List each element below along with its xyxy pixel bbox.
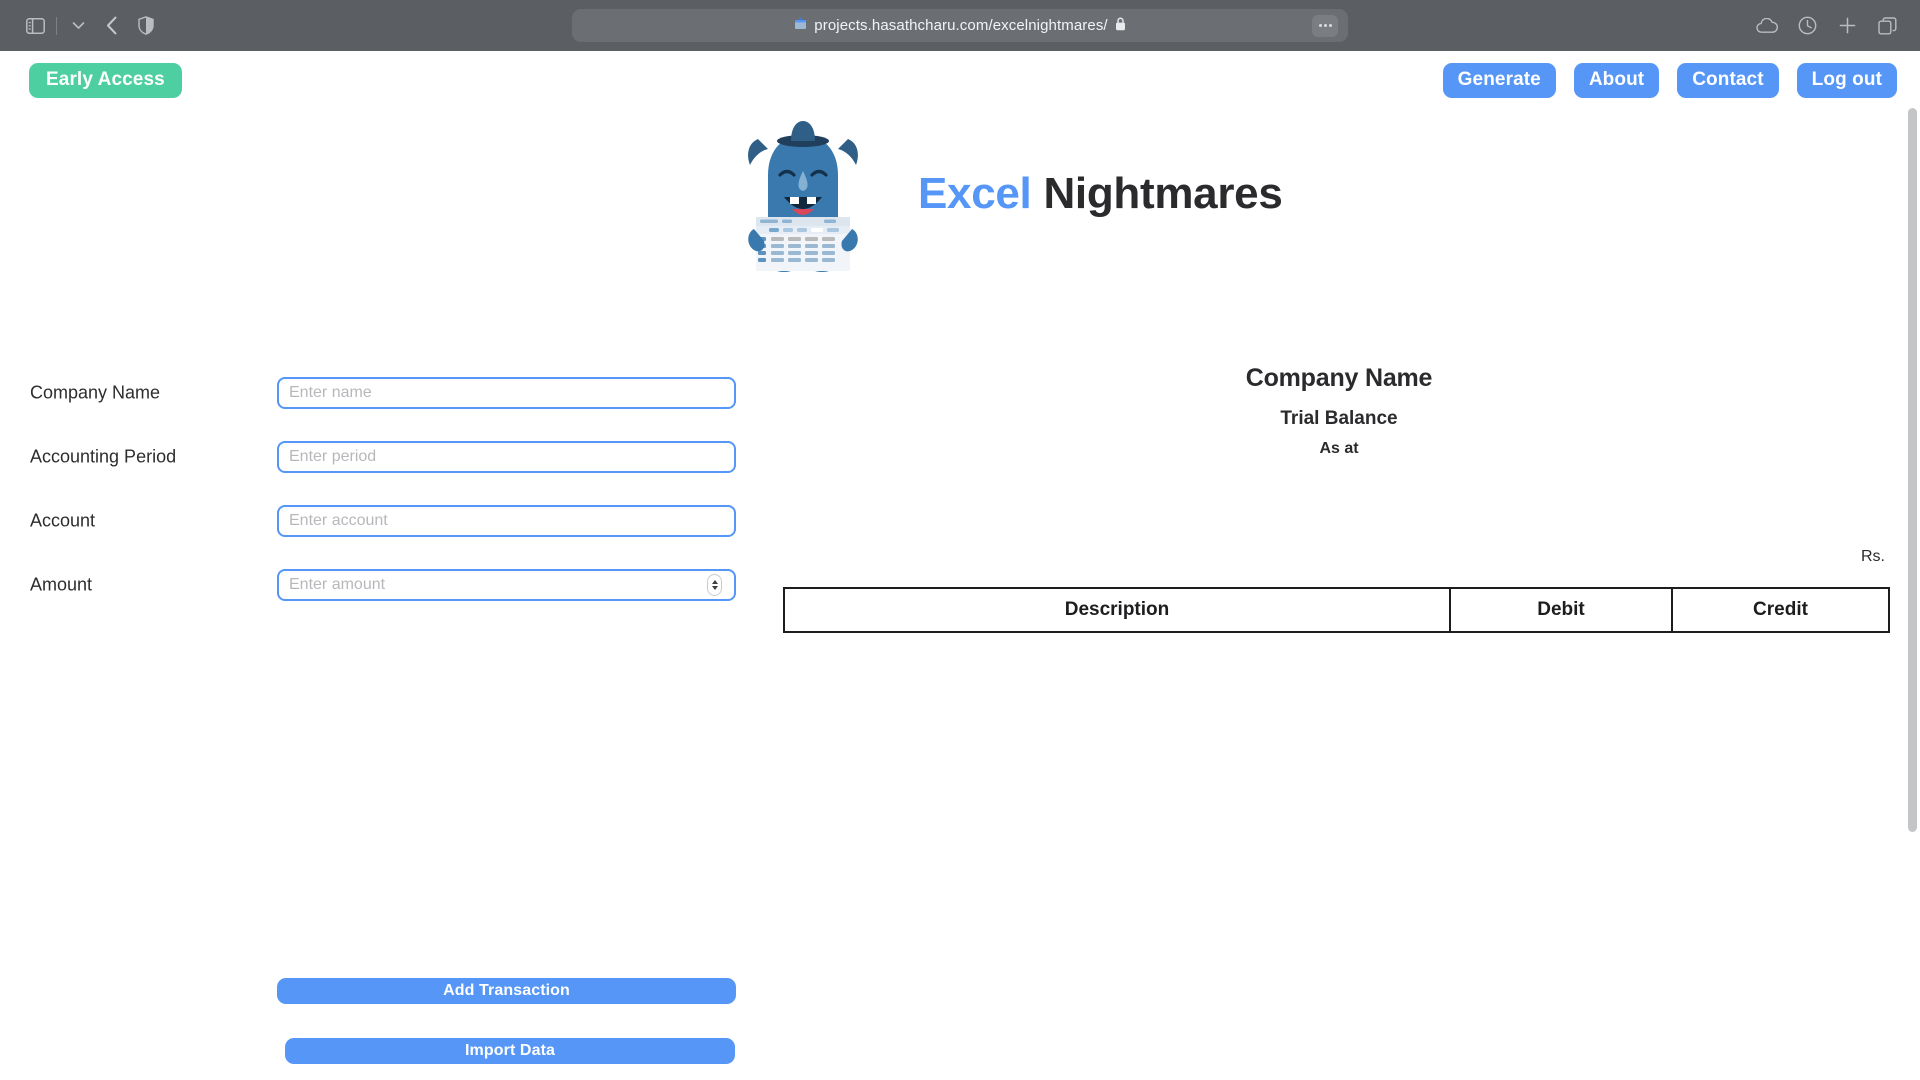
address-bar-content: projects.hasathcharu.com/excelnightmares…: [794, 17, 1125, 35]
new-tab-plus-icon[interactable]: [1830, 11, 1864, 41]
ellipsis-icon[interactable]: [1312, 14, 1338, 37]
preview-currency-label: Rs.: [1861, 548, 1885, 565]
back-arrow-icon[interactable]: [95, 11, 129, 41]
lock-icon: [1115, 17, 1126, 35]
trial-balance-table: Description Debit Credit: [783, 587, 1890, 633]
browser-toolbar: projects.hasathcharu.com/excelnightmares…: [0, 0, 1920, 51]
address-bar-url: projects.hasathcharu.com/excelnightmares…: [814, 17, 1108, 34]
address-bar-field[interactable]: projects.hasathcharu.com/excelnightmares…: [572, 9, 1348, 42]
company-name-input[interactable]: [277, 377, 736, 409]
toolbar-divider: [56, 16, 57, 35]
label-account: Account: [30, 510, 96, 531]
table-header-row: Description Debit Credit: [783, 587, 1890, 633]
form-row-account: Account: [0, 489, 780, 553]
toolbar-right-group: [1750, 0, 1904, 51]
tab-overview-icon[interactable]: [1870, 11, 1904, 41]
address-bar[interactable]: projects.hasathcharu.com/excelnightmares…: [572, 9, 1348, 42]
history-clock-icon[interactable]: [1790, 11, 1824, 41]
site-favicon: [794, 17, 807, 34]
form-row-company-name: Company Name: [0, 361, 780, 425]
form-row-amount: Amount: [0, 553, 780, 617]
accounting-period-input[interactable]: [277, 441, 736, 473]
page-scrollbar[interactable]: [1905, 51, 1920, 1080]
label-amount: Amount: [30, 574, 93, 595]
preview-company-name: Company Name: [1245, 364, 1433, 392]
early-access-badge: Early Access: [29, 63, 182, 98]
page-scrollbar-thumb[interactable]: [1908, 108, 1917, 832]
toolbar-left-group: [0, 11, 163, 41]
amount-stepper[interactable]: [707, 574, 722, 596]
import-data-button[interactable]: Import Data: [285, 1038, 735, 1064]
form-row-accounting-period: Accounting Period: [0, 425, 780, 489]
column-header-debit: Debit: [1449, 587, 1673, 633]
column-header-credit: Credit: [1671, 587, 1890, 633]
column-header-description: Description: [783, 587, 1451, 633]
sidebar-toggle-icon[interactable]: [18, 11, 52, 41]
add-transaction-button[interactable]: Add Transaction: [277, 978, 736, 1004]
privacy-shield-icon[interactable]: [129, 11, 163, 41]
account-input[interactable]: [277, 505, 736, 537]
label-accounting-period: Accounting Period: [30, 446, 177, 467]
amount-input[interactable]: [277, 569, 736, 601]
preview-report-title: Trial Balance: [1280, 408, 1398, 429]
stepper-down-icon[interactable]: [711, 586, 718, 590]
stepper-up-icon[interactable]: [711, 580, 718, 584]
trial-balance-preview: Company Name Trial Balance As at Rs. Des…: [783, 51, 1895, 1080]
chevron-down-icon[interactable]: [61, 11, 95, 41]
label-company-name: Company Name: [30, 382, 161, 403]
preview-as-at-date: As at: [1319, 440, 1359, 457]
transaction-form: Company Name Accounting Period Account A…: [0, 361, 780, 1064]
icloud-icon[interactable]: [1750, 11, 1784, 41]
page-content: Early Access Generate About Contact Log …: [0, 51, 1920, 1080]
